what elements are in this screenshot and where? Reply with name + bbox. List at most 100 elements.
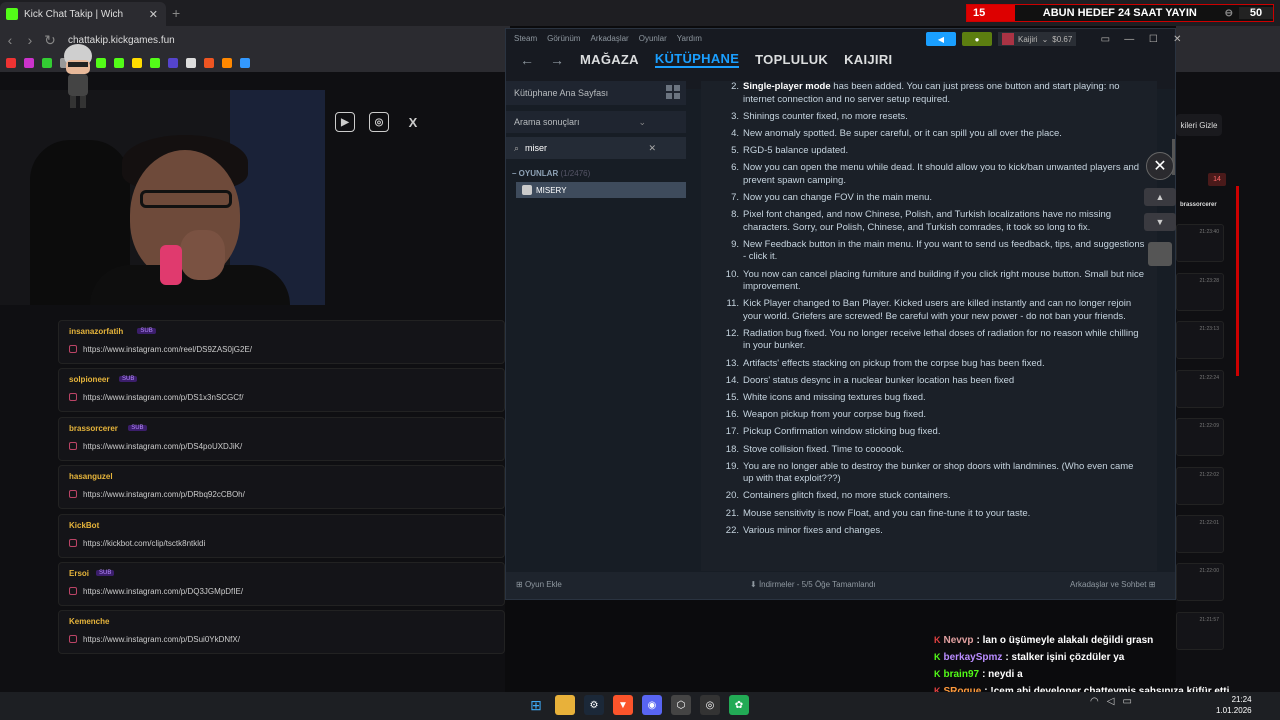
card-link[interactable]: https://www.instagram.com/p/DS1x3nSCGCf/ (83, 393, 244, 402)
system-clock[interactable]: 21:24 1.01.2026 (1216, 694, 1252, 716)
note-text: White icons and missing textures bug fix… (743, 391, 926, 403)
library-search[interactable]: ⌕ miser ✕ (506, 137, 686, 159)
hide-button[interactable]: kileri Gizle (1176, 114, 1222, 136)
overlay-close-button[interactable]: ✕ (1146, 152, 1174, 180)
note-number: 17. (725, 426, 739, 438)
games-header[interactable]: – OYUNLAR (1/2476) (512, 169, 590, 178)
note-number: 3. (731, 110, 739, 122)
note-number: 20. (725, 490, 739, 502)
game-item-misery[interactable]: MISERY (516, 182, 686, 198)
nav-community[interactable]: TOPLULUK (755, 52, 828, 67)
card-link[interactable]: https://kickbot.com/clip/tsctk8ntkldi (83, 539, 205, 548)
bookmark-icon[interactable] (204, 58, 214, 68)
app2-icon[interactable]: ✿ (729, 695, 749, 715)
bookmark-icon[interactable] (132, 58, 142, 68)
scroll-up-button[interactable]: ▲ (1144, 188, 1176, 206)
card-username[interactable]: Kemenche (69, 617, 109, 626)
instagram-icon[interactable]: ◎ (369, 112, 389, 132)
youtube-icon[interactable]: ▶ (335, 112, 355, 132)
scroll-down-button[interactable]: ▼ (1144, 213, 1176, 231)
app-icon[interactable]: ⬡ (671, 695, 691, 715)
bookmark-icon[interactable] (24, 58, 34, 68)
search-results-dropdown[interactable]: Arama sonuçları ⌄ (506, 111, 686, 133)
reload-icon[interactable]: ↻ (40, 32, 60, 49)
card-username[interactable]: hasanguzel (69, 472, 113, 481)
steam-footer: ⊞ Oyun Ekle ⬇ İndirmeler - 5/5 Öğe Tamam… (506, 572, 1175, 599)
nav-store[interactable]: MAĞAZA (580, 52, 639, 67)
nav-profile[interactable]: KAIJIRI (844, 52, 892, 67)
card-link[interactable]: https://www.instagram.com/p/DRbq92cCBOh/ (83, 490, 245, 499)
message-timestamp: 21:22:00 (1199, 568, 1219, 574)
friends-chat-button[interactable]: Arkadaşlar ve Sohbet ⊞ (1070, 580, 1155, 589)
nav-library[interactable]: KÜTÜPHANE (654, 51, 740, 68)
card-username[interactable]: solpioneer (69, 375, 109, 384)
steam-back-icon[interactable]: ← (520, 52, 534, 68)
notification-icon[interactable]: ● (962, 32, 992, 46)
grid-view-icon[interactable] (666, 85, 680, 99)
discord-icon[interactable]: ◉ (642, 695, 662, 715)
search-input[interactable]: miser (525, 143, 547, 153)
goal-text: ABUN HEDEF 24 SAAT YAYIN (1042, 7, 1197, 19)
bookmark-icon[interactable] (186, 58, 196, 68)
menu-steam[interactable]: Steam (514, 34, 537, 43)
bookmark-icon[interactable] (114, 58, 124, 68)
close-icon[interactable]: ✕ (1168, 34, 1186, 45)
card-link[interactable]: https://www.instagram.com/p/DQ3JGMpDfIE/ (83, 587, 243, 596)
library-home[interactable]: Kütüphane Ana Sayfası (506, 81, 686, 105)
card-username[interactable]: insanazorfatih (69, 327, 123, 336)
add-game-button[interactable]: ⊞ Oyun Ekle (516, 580, 562, 589)
card-username[interactable]: brassorcerer (69, 424, 118, 433)
speaker-icon[interactable]: ◁ (1107, 696, 1115, 707)
menu-games[interactable]: Oyunlar (639, 34, 667, 43)
steam-menubar: Steam Görünüm Arkadaşlar Oyunlar Yardım (514, 34, 702, 43)
x-icon[interactable]: X (403, 112, 423, 132)
downloads-status[interactable]: ⬇ İndirmeler - 5/5 Öğe Tamamlandı (750, 580, 876, 589)
chat-text: : lan o üşümeyle alakalı değildi grasn (976, 635, 1154, 646)
games-count: (1/2476) (560, 169, 591, 178)
bookmark-icon[interactable] (6, 58, 16, 68)
right-message-row: 21:23:40 (1176, 224, 1224, 262)
steam-nav: ← → MAĞAZA KÜTÜPHANE TOPLULUK KAIJIRI (520, 51, 892, 68)
announce-icon[interactable]: ◀ (926, 32, 956, 46)
wallet-balance: $0.67 (1052, 34, 1073, 44)
battery-icon[interactable]: ▭ (1122, 696, 1131, 707)
steam-icon[interactable]: ⚙ (584, 695, 604, 715)
bookmark-icon[interactable] (240, 58, 250, 68)
card-link[interactable]: https://www.instagram.com/reel/DS9ZAS0jG… (83, 345, 252, 354)
right-message-row: 21:22:00 (1176, 563, 1224, 601)
menu-help[interactable]: Yardım (677, 34, 702, 43)
browser-tab[interactable]: Kick Chat Takip | Wich ✕ (0, 2, 166, 26)
note-number: 5. (731, 145, 739, 157)
bookmark-icon[interactable] (168, 58, 178, 68)
brave-icon[interactable]: ▼ (613, 695, 633, 715)
bookmark-icon[interactable] (42, 58, 52, 68)
chat-username: brain97 (943, 669, 980, 680)
note-text: New anomaly spotted. Be super careful, o… (743, 127, 1062, 139)
windows-start-icon[interactable]: ⊞ (526, 695, 546, 715)
card-link[interactable]: https://www.instagram.com/p/DS4poUXDJiK/ (83, 442, 242, 451)
new-tab-button[interactable]: + (172, 5, 180, 21)
maximize-icon[interactable]: ☐ (1144, 34, 1162, 45)
account-menu[interactable]: Kaijiri ⌄ $0.67 (998, 32, 1077, 46)
card-link[interactable]: https://www.instagram.com/p/DSui0YkDNfX/ (83, 635, 240, 644)
character-icon[interactable] (1148, 242, 1172, 266)
bookmark-icon[interactable] (150, 58, 160, 68)
menu-view[interactable]: Görünüm (547, 34, 580, 43)
steam-forward-icon[interactable]: → (550, 52, 564, 68)
forward-icon[interactable]: › (20, 32, 40, 48)
minimize-icon[interactable]: — (1120, 34, 1138, 45)
clear-search-icon[interactable]: ✕ (648, 143, 656, 154)
back-icon[interactable]: ‹ (0, 32, 20, 48)
bookmark-icon[interactable] (222, 58, 232, 68)
card-username[interactable]: KickBot (69, 521, 99, 530)
card-username[interactable]: Ersoi (69, 569, 89, 578)
bigpicture-icon[interactable]: ▭ (1096, 34, 1114, 45)
patch-note-item: 16. Weapon pickup from your corpse bug fi… (715, 409, 1145, 422)
file-explorer-icon[interactable] (555, 695, 575, 715)
obs-icon[interactable]: ◎ (700, 695, 720, 715)
wifi-icon[interactable]: ◠ (1090, 696, 1099, 707)
note-text: Kick Player changed to Ban Player. Kicke… (743, 298, 1132, 322)
menu-friends[interactable]: Arkadaşlar (590, 34, 628, 43)
message-timestamp: 21:23:40 (1199, 229, 1219, 235)
tab-close-icon[interactable]: ✕ (149, 8, 158, 21)
